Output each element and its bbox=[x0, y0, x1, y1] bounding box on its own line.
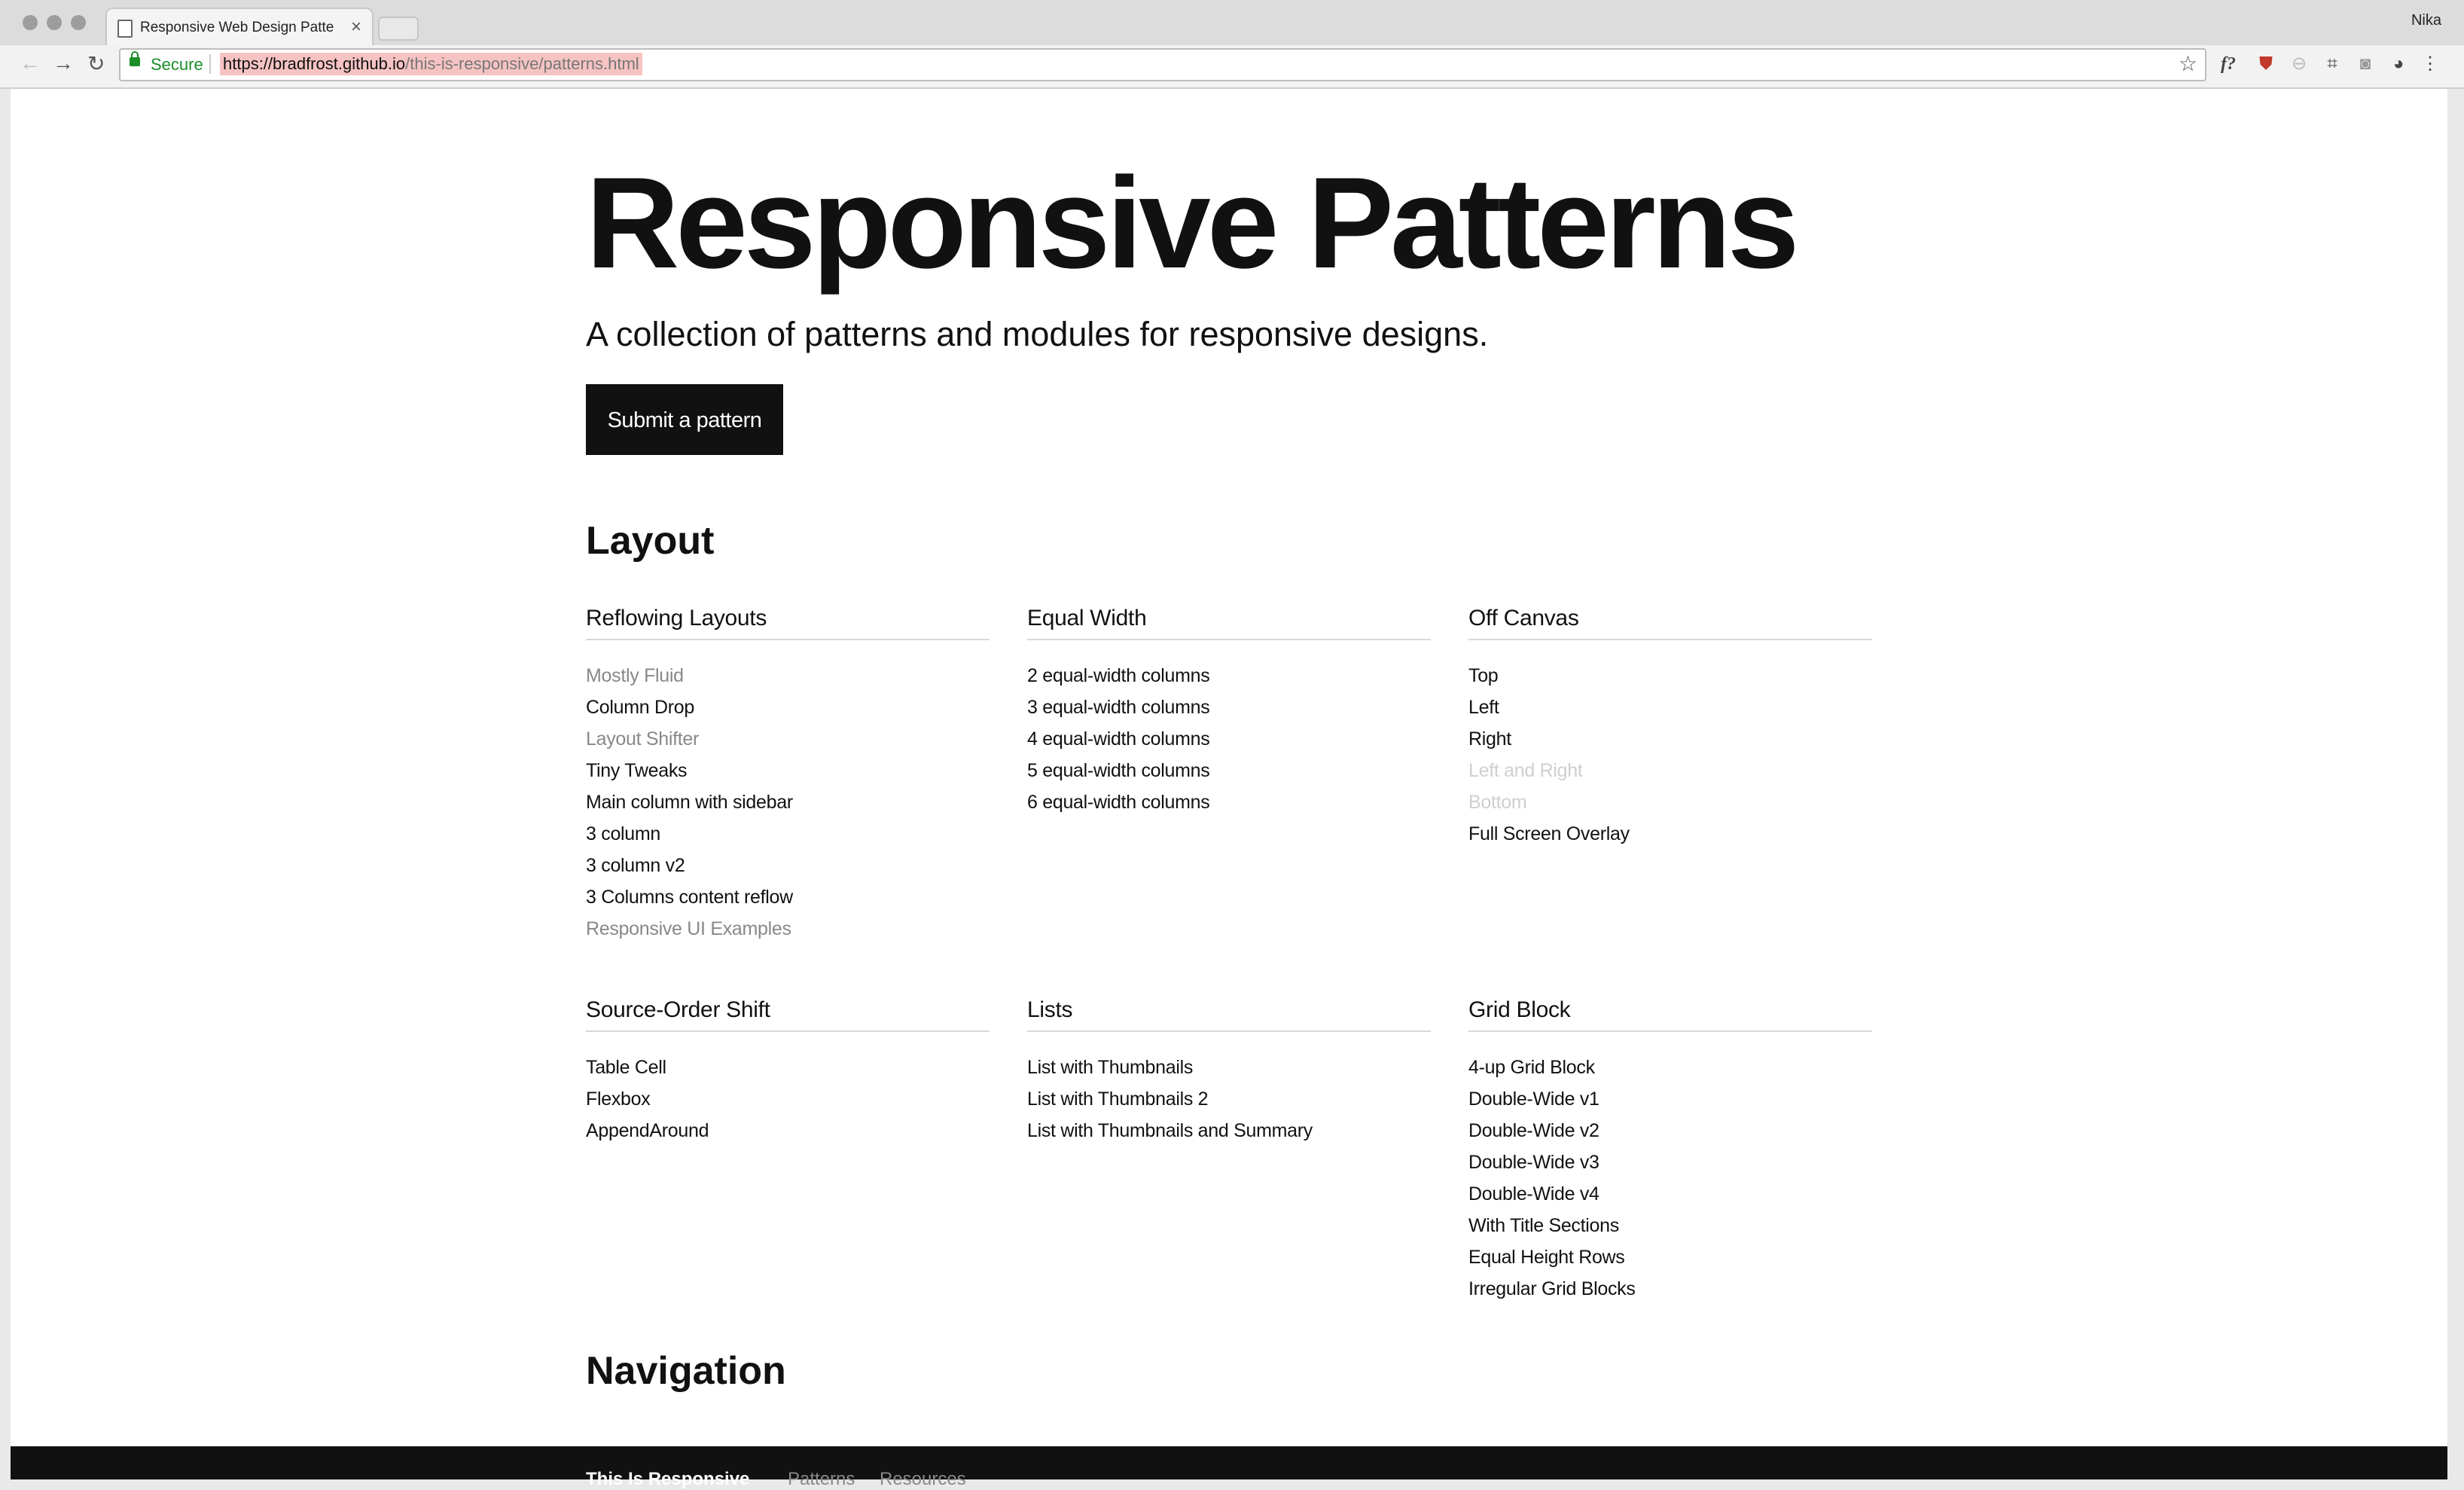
minimize-window-button[interactable] bbox=[47, 15, 62, 30]
submit-pattern-button[interactable]: Submit a pattern bbox=[586, 384, 783, 455]
pattern-link[interactable]: List with Thumbnails and Summary bbox=[1027, 1115, 1431, 1147]
pattern-link[interactable]: Top bbox=[1468, 660, 1872, 692]
url-host: https://bradfrost.github.io bbox=[223, 54, 406, 73]
disabled-extension-icon[interactable]: ⊖ bbox=[2289, 54, 2309, 74]
page-subtitle: A collection of patterns and modules for… bbox=[586, 315, 1489, 353]
browser-tab[interactable]: Responsive Web Design Patte × bbox=[105, 8, 374, 48]
pattern-link[interactable]: Double-Wide v3 bbox=[1468, 1147, 1872, 1178]
close-tab-icon[interactable]: × bbox=[351, 17, 361, 38]
back-icon[interactable]: ← bbox=[20, 51, 41, 75]
tab-title: Responsive Web Design Patte bbox=[140, 20, 334, 35]
pattern-link[interactable]: 4 equal-width columns bbox=[1027, 723, 1431, 755]
pattern-link[interactable]: Column Drop bbox=[586, 692, 990, 723]
pattern-link[interactable]: Equal Height Rows bbox=[1468, 1241, 1872, 1273]
pattern-link[interactable]: List with Thumbnails bbox=[1027, 1052, 1431, 1083]
new-tab-button[interactable] bbox=[378, 17, 419, 41]
page-icon bbox=[117, 20, 133, 38]
tab-bar: Responsive Web Design Patte × Nika bbox=[0, 0, 2464, 48]
pattern-link[interactable]: 6 equal-width columns bbox=[1027, 786, 1431, 818]
pattern-link[interactable]: Double-Wide v2 bbox=[1468, 1115, 1872, 1147]
navigation-toolbar: ← → ↻ Secure https://bradfrost.github.io… bbox=[0, 45, 2464, 89]
pattern-link[interactable]: 3 column v2 bbox=[586, 850, 990, 881]
crop-icon[interactable]: ⌗ bbox=[2322, 54, 2342, 74]
lock-icon bbox=[130, 51, 140, 66]
star-icon[interactable]: ☆ bbox=[2179, 51, 2197, 76]
pattern-link[interactable]: 4-up Grid Block bbox=[1468, 1052, 1872, 1083]
address-separator bbox=[209, 54, 211, 74]
forward-icon[interactable]: → bbox=[53, 51, 74, 75]
pattern-link[interactable]: Table Cell bbox=[586, 1052, 990, 1083]
pattern-link[interactable]: 5 equal-width columns bbox=[1027, 755, 1431, 786]
pattern-list: 2 equal-width columns 3 equal-width colu… bbox=[1027, 660, 1431, 818]
pattern-link[interactable]: Tiny Tweaks bbox=[586, 755, 990, 786]
pattern-link[interactable]: Double-Wide v1 bbox=[1468, 1083, 1872, 1115]
pattern-list: Mostly Fluid Column Drop Layout Shifter … bbox=[586, 660, 990, 945]
pattern-list: Table Cell Flexbox AppendAround bbox=[586, 1052, 990, 1147]
url-path: /this-is-responsive/patterns.html bbox=[405, 54, 639, 73]
more-icon[interactable]: ⋮ bbox=[2420, 54, 2440, 74]
page-viewport: Responsive Patterns A collection of patt… bbox=[11, 89, 2447, 1479]
zoom-window-button[interactable] bbox=[71, 15, 86, 30]
pattern-link[interactable]: 3 equal-width columns bbox=[1027, 692, 1431, 723]
pattern-link[interactable]: List with Thumbnails 2 bbox=[1027, 1083, 1431, 1115]
pattern-link[interactable]: With Title Sections bbox=[1468, 1210, 1872, 1241]
pattern-link[interactable]: 2 equal-width columns bbox=[1027, 660, 1431, 692]
group-title: Reflowing Layouts bbox=[586, 606, 990, 640]
pattern-link[interactable]: Irregular Grid Blocks bbox=[1468, 1273, 1872, 1305]
pattern-group-reflowing-layouts: Reflowing Layouts Mostly Fluid Column Dr… bbox=[586, 606, 990, 945]
pattern-group-source-order-shift: Source-Order Shift Table Cell Flexbox Ap… bbox=[586, 997, 990, 1147]
footer-brand-link[interactable]: This Is Responsive bbox=[586, 1469, 749, 1490]
pattern-link[interactable]: Double-Wide v4 bbox=[1468, 1178, 1872, 1210]
reload-icon[interactable]: ↻ bbox=[87, 51, 105, 76]
pattern-link[interactable]: Bottom bbox=[1468, 786, 1872, 818]
page-title: Responsive Patterns bbox=[586, 151, 1800, 295]
pattern-list: List with Thumbnails List with Thumbnail… bbox=[1027, 1052, 1431, 1147]
chrome-icon[interactable]: ◕ bbox=[2389, 54, 2408, 74]
pattern-link[interactable]: AppendAround bbox=[586, 1115, 990, 1147]
profile-name[interactable]: Nika bbox=[2411, 12, 2441, 29]
group-title: Source-Order Shift bbox=[586, 997, 990, 1032]
pattern-link[interactable]: Mostly Fluid bbox=[586, 660, 990, 692]
group-title: Lists bbox=[1027, 997, 1431, 1032]
footer-link-patterns[interactable]: Patterns bbox=[788, 1469, 855, 1490]
pattern-link[interactable]: 3 column bbox=[586, 818, 990, 850]
fontface-ninja-icon[interactable]: f? bbox=[2219, 54, 2238, 74]
close-window-button[interactable] bbox=[23, 15, 38, 30]
pattern-list: 4-up Grid Block Double-Wide v1 Double-Wi… bbox=[1468, 1052, 1872, 1305]
address-bar[interactable]: Secure https://bradfrost.github.io/this-… bbox=[119, 48, 2206, 81]
extension-icon[interactable]: ⛊ bbox=[2256, 54, 2276, 74]
camera-icon[interactable]: ◙ bbox=[2356, 54, 2375, 74]
group-title: Grid Block bbox=[1468, 997, 1872, 1032]
secure-label: Secure bbox=[151, 55, 203, 74]
pattern-link[interactable]: Flexbox bbox=[586, 1083, 990, 1115]
group-title: Off Canvas bbox=[1468, 606, 1872, 640]
site-footer-bar: This Is Responsive Patterns Resources bbox=[11, 1446, 2447, 1489]
section-heading-layout: Layout bbox=[586, 519, 715, 563]
browser-chrome: Responsive Web Design Patte × Nika ← → ↻… bbox=[0, 0, 2464, 89]
pattern-list: Top Left Right Left and Right Bottom Ful… bbox=[1468, 660, 1872, 850]
pattern-link[interactable]: 3 Columns content reflow bbox=[586, 881, 990, 913]
pattern-link[interactable]: Left and Right bbox=[1468, 755, 1872, 786]
pattern-link[interactable]: Main column with sidebar bbox=[586, 786, 990, 818]
pattern-link[interactable]: Right bbox=[1468, 723, 1872, 755]
pattern-link[interactable]: Left bbox=[1468, 692, 1872, 723]
pattern-group-off-canvas: Off Canvas Top Left Right Left and Right… bbox=[1468, 606, 1872, 850]
footer-link-resources[interactable]: Resources bbox=[880, 1469, 966, 1490]
pattern-link[interactable]: Full Screen Overlay bbox=[1468, 818, 1872, 850]
url-text[interactable]: https://bradfrost.github.io/this-is-resp… bbox=[220, 53, 642, 75]
pattern-link[interactable]: Responsive UI Examples bbox=[586, 913, 990, 945]
pattern-link[interactable]: Layout Shifter bbox=[586, 723, 990, 755]
pattern-group-lists: Lists List with Thumbnails List with Thu… bbox=[1027, 997, 1431, 1147]
pattern-group-grid-block: Grid Block 4-up Grid Block Double-Wide v… bbox=[1468, 997, 1872, 1305]
section-heading-navigation: Navigation bbox=[586, 1349, 786, 1393]
pattern-group-equal-width: Equal Width 2 equal-width columns 3 equa… bbox=[1027, 606, 1431, 818]
group-title: Equal Width bbox=[1027, 606, 1431, 640]
